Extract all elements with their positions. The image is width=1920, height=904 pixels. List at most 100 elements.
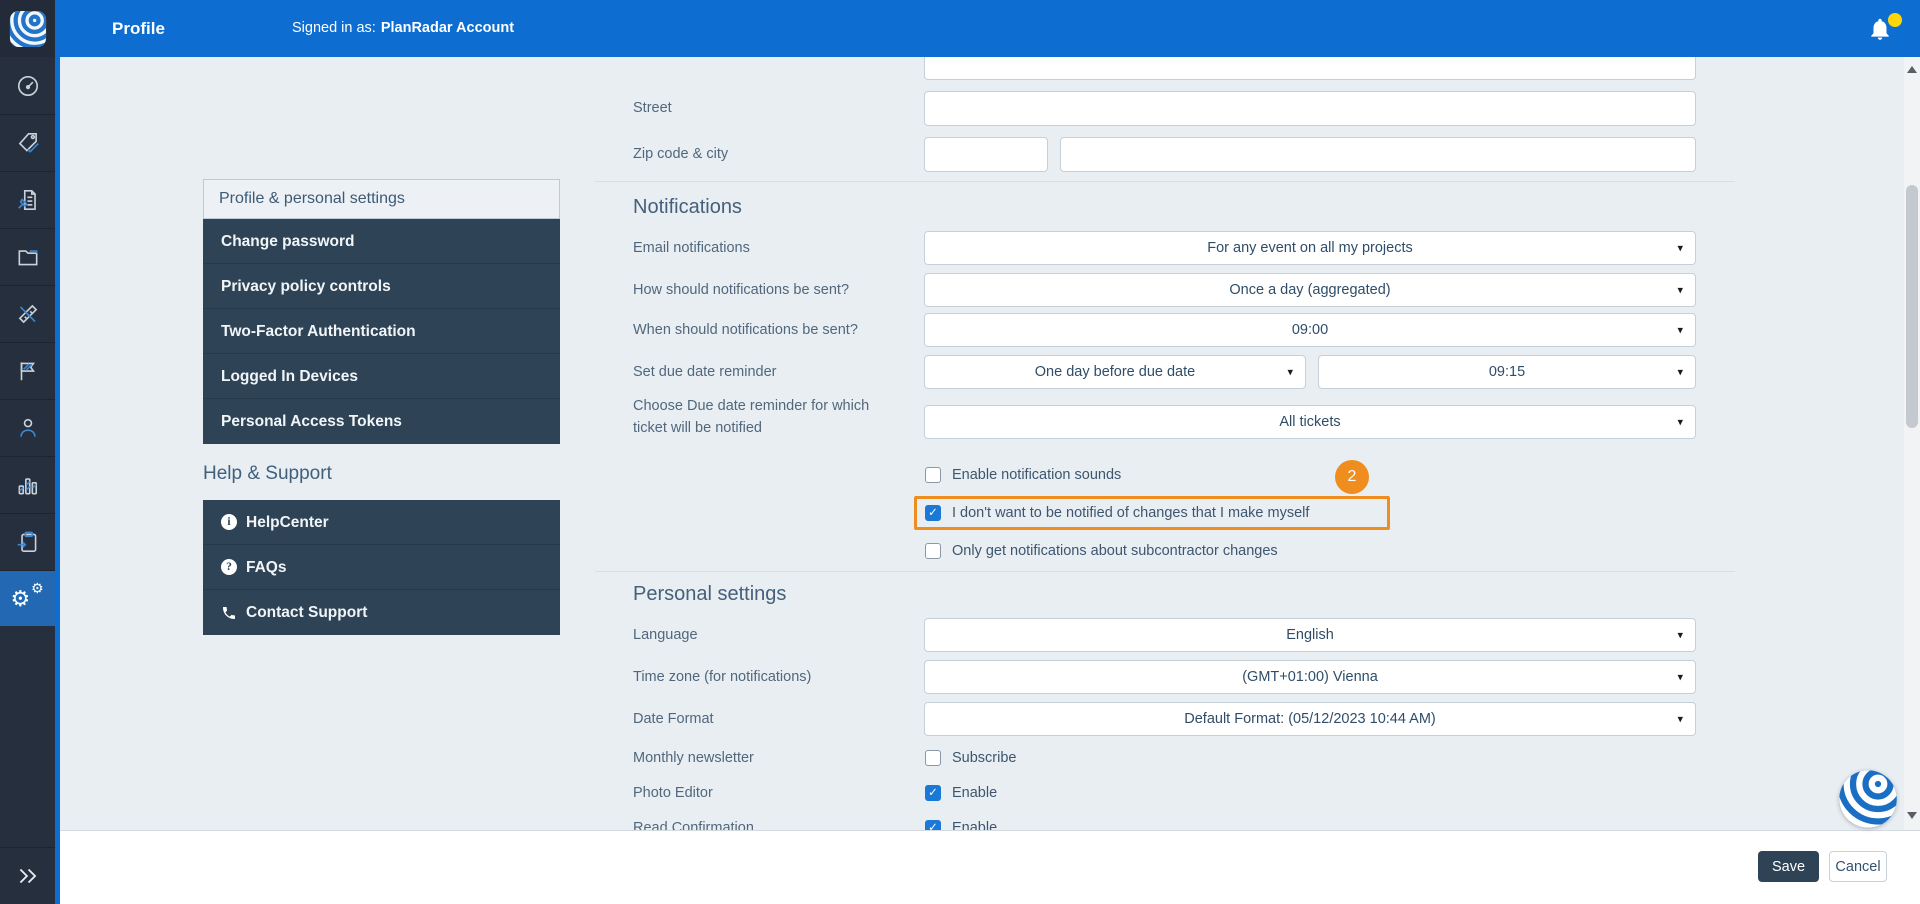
newsletter-subscribe-label: Subscribe bbox=[952, 749, 1016, 767]
bar-chart-icon bbox=[15, 472, 41, 498]
sidebar-item-forms[interactable] bbox=[0, 513, 55, 570]
vertical-scrollbar-thumb[interactable] bbox=[1906, 185, 1918, 428]
footer-action-bar bbox=[60, 830, 1920, 904]
send-time-label: When should notifications be sent? bbox=[633, 320, 858, 340]
sidebar-expand-button[interactable] bbox=[0, 847, 55, 904]
sidebar-item-tags[interactable] bbox=[0, 114, 55, 171]
menu-item-personal-access-tokens[interactable]: Personal Access Tokens bbox=[203, 399, 560, 444]
sidebar-item-dashboard[interactable] bbox=[0, 57, 55, 114]
sidebar-item-reports[interactable] bbox=[0, 171, 55, 228]
frequency-label: How should notifications be sent? bbox=[633, 280, 849, 300]
sidebar-item-contacts[interactable] bbox=[0, 399, 55, 456]
caret-down-icon: ▾ bbox=[1677, 242, 1683, 255]
menu-item-logged-in-devices[interactable]: Logged In Devices bbox=[203, 354, 560, 399]
no-self-notify-label: I don't want to be notified of changes t… bbox=[952, 504, 1309, 522]
help-menu-group: i HelpCenter ? FAQs Contact Support bbox=[203, 500, 560, 635]
signed-in-account: PlanRadar Account bbox=[381, 0, 514, 57]
newsletter-label: Monthly newsletter bbox=[633, 748, 754, 768]
sidebar-item-plans[interactable] bbox=[0, 285, 55, 342]
street-input[interactable] bbox=[924, 91, 1696, 126]
clipboard-import-icon bbox=[15, 529, 41, 555]
timezone-label: Time zone (for notifications) bbox=[633, 667, 811, 687]
street-label: Street bbox=[633, 98, 672, 118]
choose-tickets-select[interactable]: All tickets ▾ bbox=[924, 405, 1696, 439]
menu-header-profile-personal-settings[interactable]: Profile & personal settings bbox=[203, 179, 560, 219]
newsletter-subscribe-checkbox[interactable] bbox=[925, 750, 941, 766]
caret-down-icon: ▾ bbox=[1287, 366, 1293, 379]
profile-menu-group: Change password Privacy policy controls … bbox=[203, 219, 560, 444]
language-label: Language bbox=[633, 625, 698, 645]
top-header-bar: Profile Signed in as: PlanRadar Account bbox=[0, 0, 1920, 57]
scrollbar-up-arrow[interactable] bbox=[1907, 66, 1917, 73]
caret-down-icon: ▾ bbox=[1677, 713, 1683, 726]
person-icon bbox=[15, 415, 41, 441]
section-divider bbox=[595, 571, 1735, 572]
menu-item-privacy-policy-controls[interactable]: Privacy policy controls bbox=[203, 264, 560, 309]
vertical-scrollbar-track[interactable] bbox=[1904, 57, 1920, 830]
flag-icon bbox=[15, 358, 41, 384]
planradar-logo-icon bbox=[9, 10, 47, 48]
date-format-select[interactable]: Default Format: (05/12/2023 10:44 AM) ▾ bbox=[924, 702, 1696, 736]
caret-down-icon: ▾ bbox=[1677, 366, 1683, 379]
main-sidebar: ⚙ ⚙ bbox=[0, 57, 55, 904]
question-icon: ? bbox=[221, 559, 237, 575]
dashboard-gauge-icon bbox=[15, 73, 41, 99]
planradar-floating-logo[interactable] bbox=[1838, 769, 1898, 829]
tags-icon bbox=[15, 130, 41, 156]
sidebar-item-tickets[interactable] bbox=[0, 342, 55, 399]
sidebar-item-settings-active[interactable]: ⚙ ⚙ bbox=[0, 570, 55, 626]
caret-down-icon: ▾ bbox=[1677, 416, 1683, 429]
scrollbar-down-arrow[interactable] bbox=[1907, 812, 1917, 819]
email-notifications-label: Email notifications bbox=[633, 238, 750, 258]
due-reminder-label: Set due date reminder bbox=[633, 362, 776, 382]
zip-code-input[interactable] bbox=[924, 137, 1048, 172]
planradar-logo-button[interactable] bbox=[0, 0, 55, 57]
city-input[interactable] bbox=[1060, 137, 1696, 172]
choose-due-reminder-label: Choose Due date reminder for which ticke… bbox=[633, 395, 869, 439]
language-select[interactable]: English ▾ bbox=[924, 618, 1696, 652]
sidebar-item-documents[interactable] bbox=[0, 228, 55, 285]
due-reminder-select[interactable]: One day before due date ▾ bbox=[924, 355, 1306, 389]
menu-item-change-password[interactable]: Change password bbox=[203, 219, 560, 264]
photo-editor-label: Photo Editor bbox=[633, 783, 713, 803]
settings-gears-icon: ⚙ ⚙ bbox=[13, 584, 43, 614]
frequency-select[interactable]: Once a day (aggregated) ▾ bbox=[924, 273, 1696, 307]
menu-item-two-factor-authentication[interactable]: Two-Factor Authentication bbox=[203, 309, 560, 354]
caret-down-icon: ▾ bbox=[1677, 284, 1683, 297]
document-stamp-icon bbox=[15, 187, 41, 213]
planradar-sphere-icon bbox=[1838, 769, 1898, 829]
caret-down-icon: ▾ bbox=[1677, 324, 1683, 337]
date-format-label: Date Format bbox=[633, 709, 714, 729]
section-divider bbox=[595, 181, 1735, 182]
photo-editor-enable-label: Enable bbox=[952, 784, 997, 802]
menu-item-contact-support[interactable]: Contact Support bbox=[203, 590, 560, 635]
subcontractor-only-checkbox[interactable] bbox=[925, 543, 941, 559]
menu-item-faqs[interactable]: ? FAQs bbox=[203, 545, 560, 590]
notifications-heading: Notifications bbox=[633, 196, 742, 219]
menu-item-helpcenter[interactable]: i HelpCenter bbox=[203, 500, 560, 545]
signed-in-status: Signed in as: PlanRadar Account bbox=[292, 0, 514, 57]
page-title: Profile bbox=[112, 0, 165, 57]
help-support-heading: Help & Support bbox=[203, 463, 332, 485]
info-icon: i bbox=[221, 514, 237, 530]
annotation-step-badge: 2 bbox=[1335, 460, 1369, 494]
photo-editor-enable-checkbox[interactable]: ✓ bbox=[925, 785, 941, 801]
save-button[interactable]: Save bbox=[1758, 851, 1819, 882]
no-self-notify-checkbox[interactable]: ✓ bbox=[925, 505, 941, 521]
enable-sounds-label: Enable notification sounds bbox=[952, 466, 1121, 484]
send-time-select[interactable]: 09:00 ▾ bbox=[924, 313, 1696, 347]
folder-icon bbox=[15, 244, 41, 270]
timezone-select[interactable]: (GMT+01:00) Vienna ▾ bbox=[924, 660, 1696, 694]
sidebar-accent-strip bbox=[55, 0, 60, 904]
sidebar-item-statistics[interactable] bbox=[0, 456, 55, 513]
notification-indicator-dot bbox=[1888, 13, 1902, 27]
personal-settings-heading: Personal settings bbox=[633, 583, 786, 606]
signed-in-prefix: Signed in as: bbox=[292, 0, 376, 57]
due-reminder-time-select[interactable]: 09:15 ▾ bbox=[1318, 355, 1696, 389]
zip-city-label: Zip code & city bbox=[633, 144, 728, 164]
ruler-pencil-icon bbox=[15, 301, 41, 327]
cancel-button[interactable]: Cancel bbox=[1829, 851, 1887, 882]
enable-sounds-checkbox[interactable] bbox=[925, 467, 941, 483]
caret-down-icon: ▾ bbox=[1677, 629, 1683, 642]
email-notifications-select[interactable]: For any event on all my projects ▾ bbox=[924, 231, 1696, 265]
